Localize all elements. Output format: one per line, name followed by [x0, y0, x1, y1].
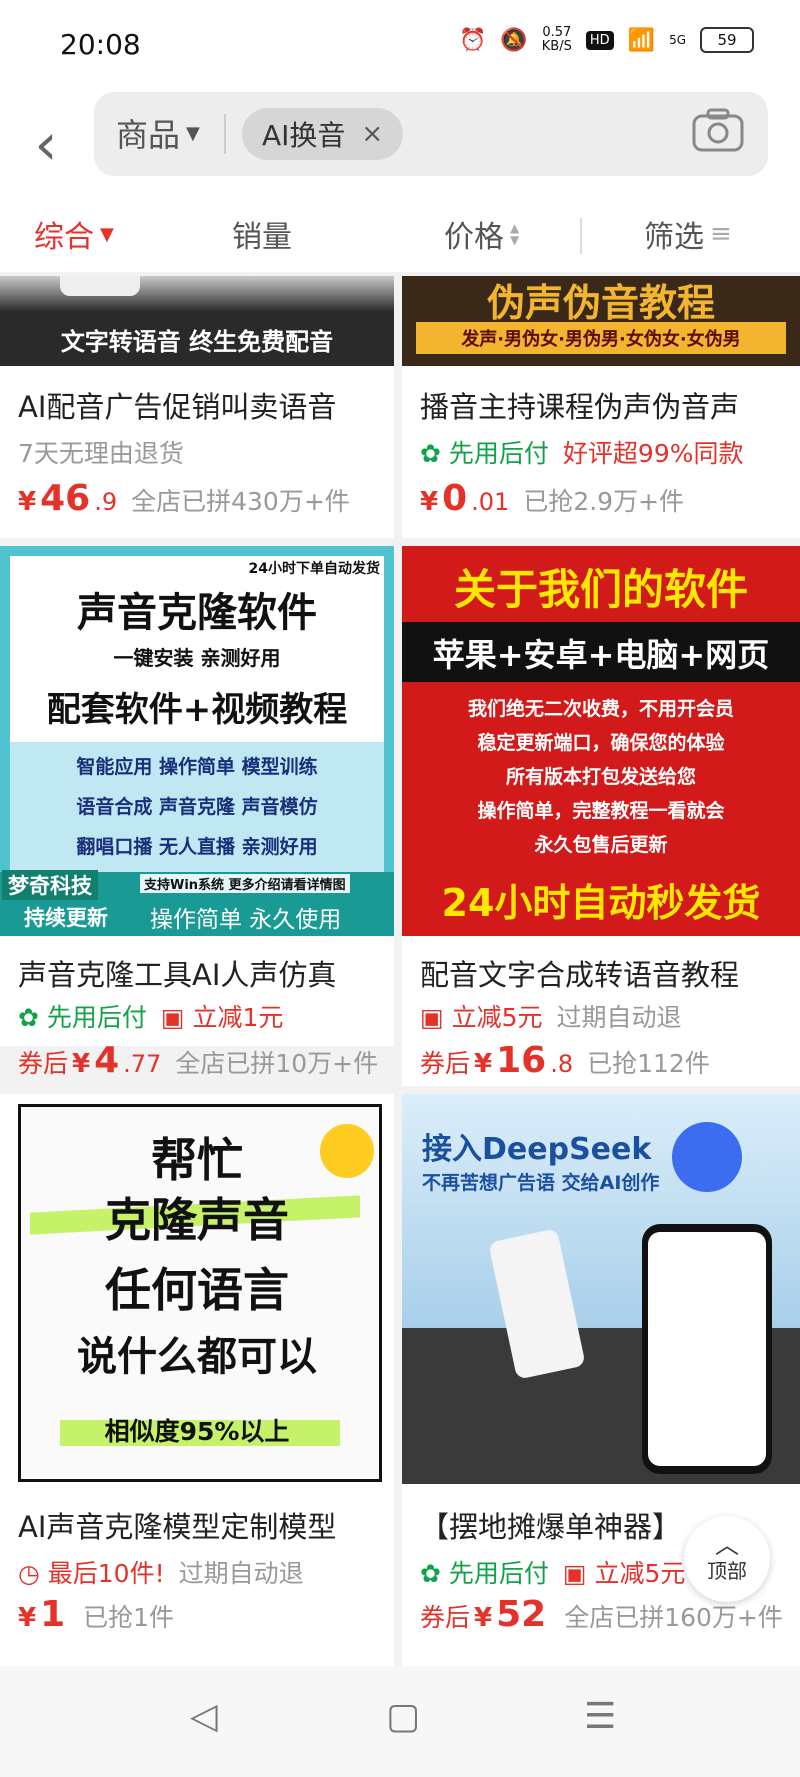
product-price: ¥0.01 已抢2.9万+件 [420, 478, 685, 519]
product-title: 声音克隆工具AI人声仿真 [18, 958, 337, 992]
status-bar: 20:08 ⏰ 🔕 0.57 KB/S HD 📶 5G 59 [0, 0, 800, 92]
product-price: ¥1 已抢1件 [18, 1594, 175, 1635]
tab-sales[interactable]: 销量 [232, 212, 292, 256]
clear-query-icon[interactable]: × [361, 119, 383, 149]
product-card[interactable]: 关于我们的软件 苹果+安卓+电脑+网页 我们绝无二次收费，不用开会员 稳定更新端… [402, 546, 800, 1086]
system-nav-bar: ◁ ▢ ☰ [0, 1666, 800, 1777]
product-title: AI配音广告促销叫卖语音 [18, 390, 337, 424]
query-chip[interactable]: AI换音 × [242, 108, 404, 160]
search-header: ‹ 商品 ▼ AI换音 × [0, 92, 800, 200]
hd-badge: HD [585, 30, 614, 50]
product-title: 播音主持课程伪声伪音声 [420, 390, 740, 424]
limited-stock-badge: ◷ 最后10件! [18, 1559, 165, 1588]
phone-mockup [642, 1224, 772, 1474]
product-image[interactable]: 帮忙 克隆声音 任何语言 说什么都可以 相似度95%以上 [0, 1094, 394, 1484]
chevron-up-icon: ︿ [715, 1530, 739, 1559]
status-icons: ⏰ 🔕 0.57 KB/S HD 📶 5G 59 [459, 26, 754, 54]
tab-price[interactable]: 价格 ▲ ▼ [444, 212, 519, 256]
product-price: 券后 ¥16.8 已抢112件 [420, 1040, 710, 1081]
search-box[interactable]: 商品 ▼ AI换音 × [94, 92, 768, 176]
product-tags: ✿ 先用后付 ▣ 立减1元 [18, 998, 283, 1034]
divider [224, 114, 226, 154]
nav-home-icon[interactable]: ▢ [386, 1696, 420, 1737]
product-card[interactable]: 文字转语音 终生免费配音 AI配音广告促销叫卖语音 7天无理由退货 ¥46.9 全… [0, 276, 394, 538]
product-image[interactable]: 接入DeepSeek 不再苦想广告语 交给AI创作 [402, 1094, 800, 1484]
sort-tabs: 综合 ▼ 销量 价格 ▲ ▼ 筛选 ≡ [0, 200, 800, 272]
product-grid: 文字转语音 终生免费配音 AI配音广告促销叫卖语音 7天无理由退货 ¥46.9 全… [0, 276, 800, 1666]
product-tags: ◷ 最后10件! 过期自动退 [18, 1554, 304, 1590]
product-tags: ✿ 先用后付 ▣ 立减5元 [420, 1554, 685, 1590]
mute-bell-icon: 🔕 [500, 27, 528, 53]
product-image[interactable]: 关于我们的软件 苹果+安卓+电脑+网页 我们绝无二次收费，不用开会员 稳定更新端… [402, 546, 800, 936]
filter-lines-icon: ≡ [710, 219, 732, 249]
nav-back-icon[interactable]: ◁ [190, 1696, 218, 1737]
caret-down-icon: ▼ [100, 223, 114, 245]
product-tags: ✿ 先用后付 好评超99%同款 [420, 434, 744, 470]
product-price: 券后 ¥4.77 全店已拼10万+件 [18, 1040, 379, 1081]
product-price: ¥46.9 全店已拼430万+件 [18, 478, 350, 519]
caret-down-icon: ▼ [186, 122, 200, 144]
tab-comprehensive[interactable]: 综合 ▼ [34, 212, 114, 256]
sort-arrows-icon: ▲ ▼ [510, 221, 520, 247]
discount-badge: ▣ 立减5元 [420, 1003, 543, 1032]
robot-mascot-icon [672, 1122, 742, 1192]
product-image[interactable]: 伪声伪音教程 发声·男伪女·男伪男·女伪女·女伪男 [402, 276, 800, 366]
discount-badge: ▣ 立减1元 [160, 1003, 284, 1032]
pay-later-badge: ✿ 先用后付 [420, 439, 549, 468]
discount-badge: ▣ 立减5元 [562, 1559, 686, 1588]
wifi-icon: 📶 [627, 27, 656, 53]
nav-menu-icon[interactable]: ☰ [584, 1696, 616, 1737]
pay-later-badge: ✿ 先用后付 [18, 1003, 147, 1032]
product-card[interactable]: 24小时下单自动发货 声音克隆软件 一键安装 亲测好用 配套软件+视频教程 智能… [0, 546, 394, 1046]
product-card[interactable]: 伪声伪音教程 发声·男伪女·男伪男·女伪女·女伪男 播音主持课程伪声伪音声 ✿ … [402, 276, 800, 538]
product-image[interactable]: 24小时下单自动发货 声音克隆软件 一键安装 亲测好用 配套软件+视频教程 智能… [0, 546, 394, 936]
product-title: 配音文字合成转语音教程 [420, 958, 740, 992]
back-to-top-button[interactable]: ︿ 顶部 [684, 1516, 770, 1602]
alarm-icon: ⏰ [458, 27, 487, 53]
signal-5g-icon: 5G [669, 33, 686, 47]
camera-search-icon[interactable] [690, 106, 746, 156]
search-scope-dropdown[interactable]: 商品 ▼ [116, 110, 200, 156]
battery-icon: 59 [700, 27, 754, 53]
product-tags: 7天无理由退货 [18, 439, 184, 468]
product-tags: ▣ 立减5元 过期自动退 [420, 998, 682, 1034]
back-button[interactable]: ‹ [24, 112, 68, 176]
product-title: AI声音克隆模型定制模型 [18, 1510, 337, 1544]
product-image[interactable]: 文字转语音 终生免费配音 [0, 276, 394, 366]
status-time: 20:08 [60, 28, 141, 61]
tab-filter[interactable]: 筛选 ≡ [644, 212, 732, 256]
product-card[interactable]: 帮忙 克隆声音 任何语言 说什么都可以 相似度95%以上 AI声音克隆模型定制模… [0, 1094, 394, 1666]
pay-later-badge: ✿ 先用后付 [420, 1559, 549, 1588]
usb-device-image [488, 1228, 586, 1380]
netspeed-readout: 0.57 KB/S [541, 25, 572, 54]
divider [580, 218, 582, 254]
